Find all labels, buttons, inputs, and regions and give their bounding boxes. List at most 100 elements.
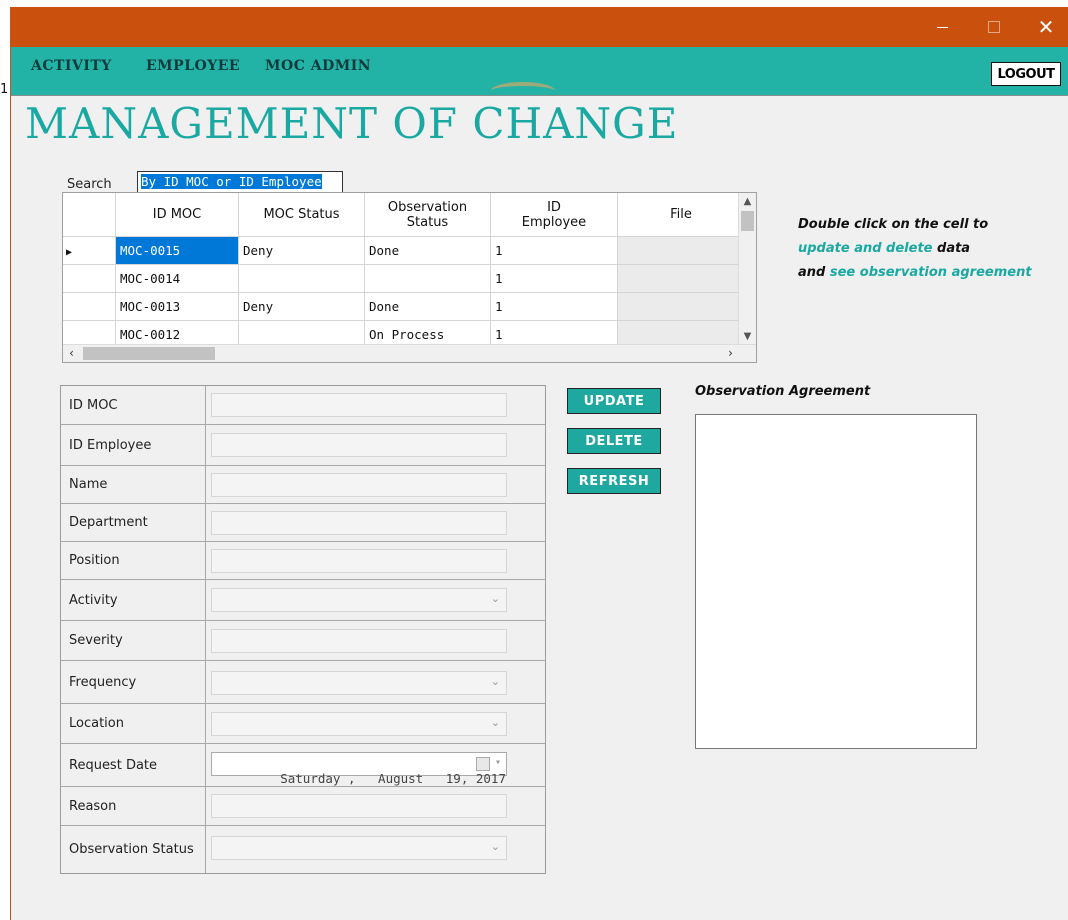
row-header[interactable] [63, 292, 116, 321]
observation-agreement-box[interactable] [695, 414, 977, 749]
hint-line-1: Double click on the cell to [798, 217, 989, 232]
calendar-icon[interactable] [476, 757, 490, 771]
chevron-down-icon[interactable]: ⌄ [491, 675, 500, 688]
field-label: Request Date [61, 744, 206, 786]
id-employee-input[interactable] [211, 433, 507, 457]
cell-moc-status[interactable] [238, 264, 365, 293]
cell-id-employee[interactable]: 1 [490, 264, 618, 293]
severity-input[interactable] [211, 629, 507, 653]
cell-file[interactable] [617, 236, 745, 265]
field-label: Name [61, 466, 206, 503]
form-row-department: Department [61, 504, 545, 542]
scroll-right-icon[interactable]: › [722, 345, 739, 362]
cell-id-moc[interactable]: MOC-0015 [115, 236, 239, 265]
department-input[interactable] [211, 511, 507, 535]
frequency-select[interactable]: ⌄ [211, 671, 507, 695]
current-row-icon: ▶ [66, 247, 73, 258]
title-bar: ✕ [11, 7, 1068, 47]
hint-line-3: and see observation agreement [798, 261, 1032, 285]
column-header-label: ID MOC [152, 207, 202, 222]
chevron-down-icon[interactable]: ⌄ [491, 592, 500, 605]
field-label: Frequency [61, 661, 206, 703]
cell-file[interactable] [617, 264, 745, 293]
scroll-down-icon[interactable]: ▼ [739, 328, 756, 345]
reason-input[interactable] [211, 794, 507, 818]
column-header-id-employee[interactable]: ID Employee [490, 193, 618, 237]
field-label: Severity [61, 621, 206, 660]
cell-id-employee[interactable]: 1 [490, 292, 618, 321]
delete-button[interactable]: DELETE [567, 428, 661, 454]
column-header-observation-status[interactable]: Observation Status [364, 193, 491, 237]
grid-row-header-corner [63, 193, 116, 237]
column-header-file[interactable]: File [617, 193, 745, 237]
hint-line-2: update and delete data [798, 237, 1032, 261]
maximize-button[interactable] [971, 7, 1017, 47]
table-row[interactable]: ▶ MOC-0015 Deny Done 1 [63, 236, 745, 265]
request-date-picker[interactable]: Saturday , August 19, 2017 ▾ [211, 752, 507, 786]
update-button[interactable]: UPDATE [567, 388, 661, 414]
hint-highlight: update and delete [798, 241, 933, 256]
name-input[interactable] [211, 473, 507, 497]
horizontal-scroll-thumb[interactable] [83, 347, 215, 360]
activity-select[interactable]: ⌄ [211, 588, 507, 612]
decorative-arc [491, 82, 555, 100]
cell-id-moc[interactable]: MOC-0014 [115, 264, 239, 293]
chevron-down-icon[interactable]: ▾ [495, 757, 501, 768]
vertical-scroll-thumb[interactable] [741, 211, 754, 231]
field-label: Reason [61, 787, 206, 825]
scroll-up-icon[interactable]: ▲ [739, 193, 756, 210]
search-input-value: By ID MOC or ID Employee [141, 174, 322, 189]
cell-file[interactable] [617, 292, 745, 321]
hint-highlight: see observation agreement [829, 265, 1032, 280]
field-label: ID MOC [61, 386, 206, 424]
cell-moc-status[interactable]: Deny [238, 292, 365, 321]
chevron-down-icon[interactable]: ⌄ [491, 840, 500, 853]
table-row[interactable]: MOC-0014 1 [63, 264, 745, 293]
cell-id-employee[interactable]: 1 [490, 236, 618, 265]
moc-data-grid[interactable]: ID MOC MOC Status Observation Status ID Em… [62, 192, 757, 363]
grid-table: ID MOC MOC Status Observation Status ID Em… [63, 193, 745, 349]
moc-detail-form: ID MOC ID Employee Name Department Posit… [60, 385, 546, 874]
form-row-severity: Severity [61, 621, 545, 661]
edge-character: 1 [0, 82, 9, 97]
column-header-label: ID [547, 199, 561, 215]
minimize-button[interactable] [919, 7, 965, 47]
column-header-id-moc[interactable]: ID MOC [115, 193, 239, 237]
grid-horizontal-scrollbar[interactable]: ‹ › [63, 344, 756, 362]
cell-moc-status[interactable]: Deny [238, 236, 365, 265]
menu-moc-admin[interactable]: MOC ADMIN [265, 58, 371, 74]
form-row-id-moc: ID MOC [61, 386, 545, 425]
cell-id-moc[interactable]: MOC-0013 [115, 292, 239, 321]
menu-activity[interactable]: ACTIVITY [31, 58, 112, 74]
cell-observation-status[interactable]: Done [364, 236, 491, 265]
chevron-down-icon[interactable]: ⌄ [491, 716, 500, 729]
row-header[interactable] [63, 264, 116, 293]
form-row-frequency: Frequency ⌄ [61, 661, 545, 704]
close-button[interactable]: ✕ [1023, 7, 1068, 47]
cell-observation-status[interactable]: Done [364, 292, 491, 321]
search-input[interactable]: By ID MOC or ID Employee [137, 171, 343, 193]
position-input[interactable] [211, 549, 507, 573]
page-title: MANAGEMENT OF CHANGE [25, 99, 679, 148]
row-header[interactable]: ▶ [63, 236, 116, 265]
location-select[interactable]: ⌄ [211, 712, 507, 736]
scroll-left-icon[interactable]: ‹ [63, 345, 80, 362]
table-row[interactable]: MOC-0013 Deny Done 1 [63, 292, 745, 321]
refresh-button[interactable]: REFRESH [567, 468, 661, 494]
search-label: Search [67, 177, 112, 192]
column-header-label: MOC Status [263, 207, 340, 222]
observation-status-select[interactable]: ⌄ [211, 836, 507, 860]
form-row-location: Location ⌄ [61, 704, 545, 744]
menu-employee[interactable]: EMPLOYEE [146, 58, 240, 74]
form-row-request-date: Request Date Saturday , August 19, 2017 … [61, 744, 545, 787]
maximize-icon [988, 21, 1000, 33]
cell-observation-status[interactable] [364, 264, 491, 293]
hint-text: data [932, 241, 971, 256]
id-moc-input[interactable] [211, 393, 507, 417]
logout-button[interactable]: LOGOUT [991, 62, 1061, 86]
close-icon: ✕ [1037, 15, 1055, 39]
column-header-label: Observation [387, 199, 468, 215]
column-header-moc-status[interactable]: MOC Status [238, 193, 365, 237]
grid-vertical-scrollbar[interactable]: ▲ ▼ [738, 193, 756, 345]
form-row-activity: Activity ⌄ [61, 580, 545, 621]
